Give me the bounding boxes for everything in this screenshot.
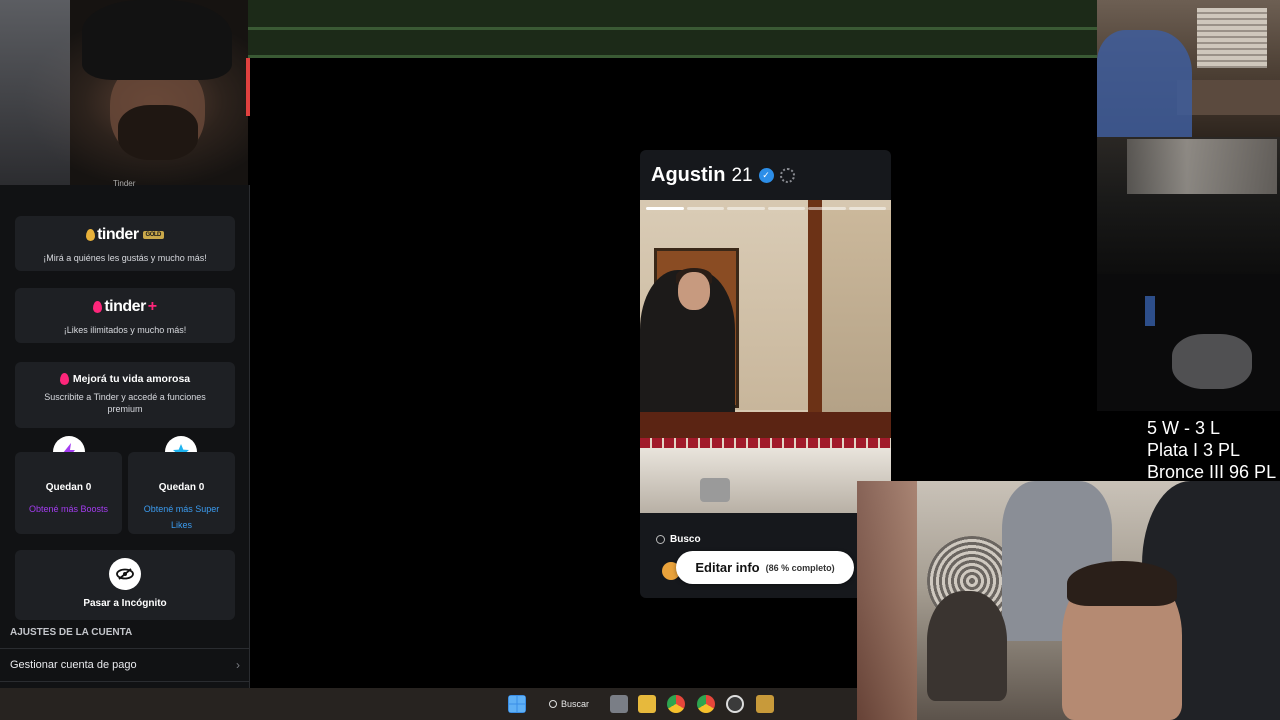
scroll-indicator bbox=[246, 58, 250, 116]
tinder-sidebar: Tinder tinder GOLD ¡Mirá a quiénes les g… bbox=[0, 179, 250, 688]
taskbar-search[interactable]: Buscar bbox=[539, 694, 599, 714]
looking-for-row: Busco bbox=[656, 534, 701, 545]
obs-icon[interactable] bbox=[726, 695, 744, 713]
rank-line-2: Bronce III 96 PL bbox=[1147, 462, 1277, 482]
file-explorer-icon[interactable] bbox=[638, 695, 656, 713]
webcam-feed-bottom bbox=[857, 481, 1280, 720]
profile-age: 21 bbox=[731, 164, 753, 186]
task-view-icon[interactable] bbox=[610, 695, 628, 713]
edit-info-button[interactable]: Editar info (86 % completo) bbox=[676, 551, 854, 584]
chrome-icon[interactable] bbox=[667, 695, 685, 713]
webcam-feed-top-right bbox=[1097, 0, 1280, 137]
settings-gear-icon[interactable] bbox=[779, 168, 795, 183]
upgrade-love-card[interactable]: Mejorá tu vida amorosa Suscribite a Tind… bbox=[15, 362, 235, 428]
profile-name: Agustin bbox=[651, 164, 726, 186]
search-icon bbox=[549, 700, 557, 708]
chevron-right-icon: › bbox=[236, 658, 240, 672]
flame-icon bbox=[93, 301, 103, 313]
boosts-card[interactable]: Quedan 0 Obtené más Boosts bbox=[15, 452, 122, 534]
tinder-plus-card[interactable]: tinder + ¡Likes ilimitados y mucho más! bbox=[15, 288, 235, 343]
incognito-card[interactable]: Pasar a Incógnito bbox=[15, 550, 235, 620]
windows-start-icon[interactable] bbox=[508, 695, 526, 713]
gold-badge: GOLD bbox=[142, 231, 164, 239]
tinder-gold-card[interactable]: tinder GOLD ¡Mirá a quiénes les gustás y… bbox=[15, 216, 235, 271]
super-likes-card[interactable]: Quedan 0 Obtené más Super Likes bbox=[128, 452, 235, 534]
profile-photo[interactable] bbox=[640, 200, 891, 513]
tinder-gold-logo: tinder GOLD bbox=[15, 226, 235, 246]
rank-line-1: Plata I 3 PL bbox=[1147, 440, 1241, 460]
flame-icon bbox=[59, 373, 69, 385]
super-likes-count: Quedan 0 bbox=[158, 482, 205, 493]
get-super-likes-link[interactable]: Obtené más Super Likes bbox=[128, 501, 235, 533]
chrome-profile-icon[interactable] bbox=[697, 695, 715, 713]
tinder-gold-tagline: ¡Mirá a quiénes les gustás y mucho más! bbox=[43, 253, 207, 263]
upgrade-title: Mejorá tu vida amorosa bbox=[72, 373, 191, 385]
profile-completion: (86 % completo) bbox=[765, 562, 835, 573]
webcam-feed-top-left bbox=[0, 0, 248, 185]
stream-stats-overlay: 5 W - 3 L Plata I 3 PL Bronce III 96 PL bbox=[1147, 417, 1276, 483]
tinder-gold-brand: tinder bbox=[97, 226, 139, 243]
tinder-plus-logo: tinder + bbox=[15, 298, 235, 318]
manage-payment-account-row[interactable]: Gestionar cuenta de pago › bbox=[0, 648, 250, 682]
looking-for-label: Busco bbox=[670, 534, 701, 545]
photo-verified-icon: ✓ bbox=[758, 168, 774, 183]
edit-info-label: Editar info bbox=[695, 560, 760, 575]
cut-off-label: Tinder bbox=[113, 179, 136, 188]
eye-slash-icon bbox=[109, 558, 141, 590]
tinder-plus-brand: tinder bbox=[104, 298, 146, 315]
league-client-icon[interactable] bbox=[756, 695, 774, 713]
webcam-feed-lower-right bbox=[1097, 274, 1280, 411]
profile-card: Agustin 21 ✓ Busco bbox=[640, 150, 891, 598]
get-boosts-link[interactable]: Obtené más Boosts bbox=[15, 501, 122, 517]
upgrade-subtitle: Suscribite a Tinder y accedé a funciones… bbox=[44, 392, 206, 414]
boosts-count: Quedan 0 bbox=[45, 482, 92, 493]
incognito-label: Pasar a Incógnito bbox=[83, 598, 167, 609]
flame-icon bbox=[86, 229, 96, 241]
webcam-feed-middle-right bbox=[1097, 137, 1280, 274]
browser-top-bar bbox=[248, 0, 1097, 58]
manage-payment-label: Gestionar cuenta de pago bbox=[10, 659, 137, 671]
photo-progress-bars bbox=[646, 207, 886, 210]
profile-name-row: Agustin 21 ✓ bbox=[651, 164, 795, 187]
tinder-plus-tagline: ¡Likes ilimitados y mucho más! bbox=[63, 325, 187, 335]
plus-mark: + bbox=[147, 298, 157, 315]
taskbar-search-label: Buscar bbox=[561, 699, 590, 709]
win-loss-record: 5 W - 3 L bbox=[1147, 418, 1221, 438]
account-settings-heading: AJUSTES DE LA CUENTA bbox=[10, 627, 133, 638]
search-icon bbox=[656, 535, 665, 544]
